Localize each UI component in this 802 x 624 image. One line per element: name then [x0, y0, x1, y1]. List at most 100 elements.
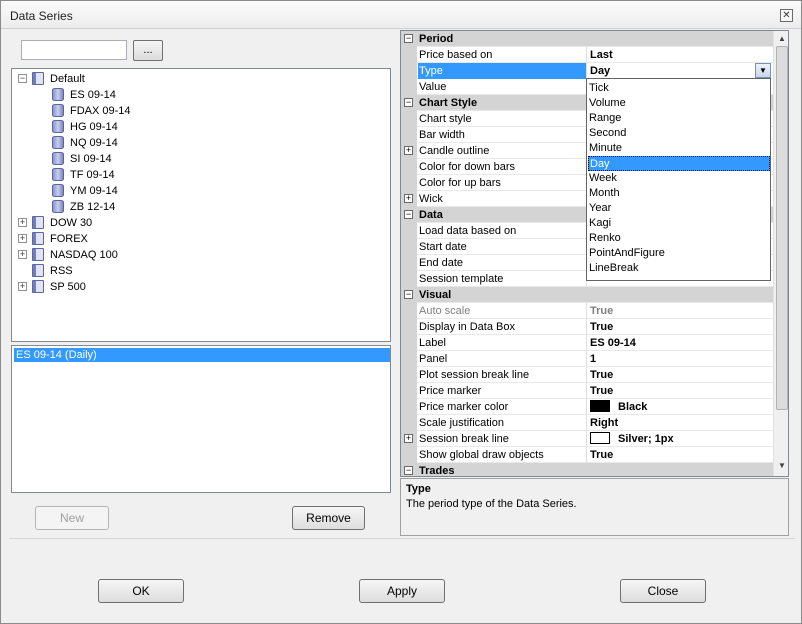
- tree-node-default[interactable]: − Default: [12, 71, 390, 87]
- instrument-tree: − Default ES 09-14 FDAX 09-14 HG 09-14 NQ 09-…: [11, 68, 391, 342]
- property-value[interactable]: True: [588, 367, 773, 383]
- property-row[interactable]: Price based on Last: [401, 47, 773, 63]
- type-dropdown-arrow-icon[interactable]: ▼: [755, 63, 771, 78]
- property-description: Type The period type of the Data Series.: [400, 478, 789, 536]
- property-name: Trades: [419, 465, 455, 477]
- dropdown-option[interactable]: Renko: [588, 231, 770, 246]
- tree-item-instrument[interactable]: SI 09-14: [12, 151, 390, 167]
- dropdown-option[interactable]: LineBreak: [588, 261, 770, 276]
- expand-icon[interactable]: +: [18, 218, 27, 227]
- dropdown-option[interactable]: Week: [588, 171, 770, 186]
- row-gutter: [401, 63, 417, 79]
- property-value[interactable]: True: [588, 447, 773, 463]
- collapse-icon[interactable]: −: [404, 34, 413, 43]
- row-gutter: [401, 447, 417, 463]
- selected-series-item[interactable]: ES 09-14 (Daily): [14, 348, 390, 362]
- dropdown-option[interactable]: Day: [588, 156, 770, 171]
- property-value[interactable]: ES 09-14: [588, 335, 773, 351]
- property-value[interactable]: Silver; 1px: [588, 431, 773, 447]
- tree-node-group[interactable]: + SP 500: [12, 279, 390, 295]
- collapse-icon[interactable]: −: [404, 466, 413, 475]
- close-window-icon[interactable]: ✕: [780, 9, 793, 22]
- property-value[interactable]: Day: [588, 63, 773, 79]
- tree-node-group[interactable]: + FOREX: [12, 231, 390, 247]
- property-category[interactable]: − Visual: [401, 287, 773, 303]
- collapse-icon[interactable]: −: [18, 74, 27, 83]
- expand-icon[interactable]: +: [404, 434, 413, 443]
- dropdown-option[interactable]: Month: [588, 186, 770, 201]
- property-row[interactable]: Panel 1: [401, 351, 773, 367]
- property-value[interactable]: Last: [588, 47, 773, 63]
- property-row[interactable]: Display in Data Box True: [401, 319, 773, 335]
- new-button[interactable]: New: [35, 506, 109, 530]
- tree-item-instrument[interactable]: TF 09-14: [12, 167, 390, 183]
- property-name: Load data based on: [418, 223, 587, 239]
- property-row[interactable]: Scale justification Right: [401, 415, 773, 431]
- expand-icon[interactable]: +: [404, 146, 413, 155]
- dropdown-option[interactable]: Tick: [588, 81, 770, 96]
- instrument-list-icon: [32, 216, 44, 229]
- tree-item-label: RSS: [50, 265, 73, 277]
- tree-item-instrument[interactable]: YM 09-14: [12, 183, 390, 199]
- expand-icon[interactable]: +: [18, 250, 27, 259]
- tree-item-label: ES 09-14: [70, 89, 116, 101]
- ok-button[interactable]: OK: [98, 579, 184, 603]
- instrument-icon: [52, 168, 64, 181]
- property-value[interactable]: True: [588, 383, 773, 399]
- remove-button[interactable]: Remove: [292, 506, 365, 530]
- instrument-list-icon: [32, 280, 44, 293]
- scroll-thumb[interactable]: [776, 46, 788, 410]
- property-value[interactable]: Black: [588, 399, 773, 415]
- browse-button[interactable]: ...: [133, 40, 163, 61]
- dropdown-option[interactable]: PointAndFigure: [588, 246, 770, 261]
- property-name: Label: [418, 335, 587, 351]
- property-category[interactable]: − Trades: [401, 463, 773, 477]
- tree-node-group[interactable]: + NASDAQ 100: [12, 247, 390, 263]
- tree-node-group[interactable]: + DOW 30: [12, 215, 390, 231]
- collapse-icon[interactable]: −: [404, 290, 413, 299]
- scroll-up-icon[interactable]: ▲: [777, 34, 787, 44]
- close-button[interactable]: Close: [620, 579, 706, 603]
- tree-item-label: TF 09-14: [70, 169, 115, 181]
- property-row[interactable]: Auto scale True: [401, 303, 773, 319]
- property-value[interactable]: 1: [588, 351, 773, 367]
- property-row[interactable]: + Session break line Silver; 1px: [401, 431, 773, 447]
- tree-item-instrument[interactable]: NQ 09-14: [12, 135, 390, 151]
- row-gutter: [401, 127, 417, 143]
- tree-item-instrument[interactable]: ZB 12-14: [12, 199, 390, 215]
- tree-item-instrument[interactable]: FDAX 09-14: [12, 103, 390, 119]
- property-row[interactable]: Type Day: [401, 63, 773, 79]
- tree-node-group[interactable]: RSS: [12, 263, 390, 279]
- property-row[interactable]: Label ES 09-14: [401, 335, 773, 351]
- dropdown-option[interactable]: Range: [588, 111, 770, 126]
- dropdown-option[interactable]: Year: [588, 201, 770, 216]
- tree-item-instrument[interactable]: HG 09-14: [12, 119, 390, 135]
- apply-button[interactable]: Apply: [359, 579, 445, 603]
- dropdown-option[interactable]: Minute: [588, 141, 770, 156]
- property-name: Candle outline: [418, 143, 587, 159]
- expand-icon[interactable]: +: [18, 234, 27, 243]
- property-value-text: Right: [590, 417, 619, 429]
- property-value[interactable]: Right: [588, 415, 773, 431]
- row-gutter: [401, 351, 417, 367]
- instrument-icon: [52, 120, 64, 133]
- property-value[interactable]: True: [588, 303, 773, 319]
- property-grid-scrollbar[interactable]: ▲ ▼: [773, 31, 788, 476]
- collapse-icon[interactable]: −: [404, 98, 413, 107]
- dropdown-option[interactable]: Volume: [588, 96, 770, 111]
- dropdown-option[interactable]: Second: [588, 126, 770, 141]
- property-name: Value: [418, 79, 587, 95]
- expand-icon[interactable]: +: [404, 194, 413, 203]
- property-row[interactable]: Plot session break line True: [401, 367, 773, 383]
- property-row[interactable]: Price marker color Black: [401, 399, 773, 415]
- instrument-search-input[interactable]: [21, 40, 127, 60]
- property-value[interactable]: True: [588, 319, 773, 335]
- dropdown-option[interactable]: Kagi: [588, 216, 770, 231]
- expand-icon[interactable]: +: [18, 282, 27, 291]
- tree-item-instrument[interactable]: ES 09-14: [12, 87, 390, 103]
- scroll-down-icon[interactable]: ▼: [777, 461, 787, 471]
- property-row[interactable]: Price marker True: [401, 383, 773, 399]
- property-row[interactable]: Show global draw objects True: [401, 447, 773, 463]
- collapse-icon[interactable]: −: [404, 210, 413, 219]
- property-category[interactable]: − Period: [401, 31, 773, 47]
